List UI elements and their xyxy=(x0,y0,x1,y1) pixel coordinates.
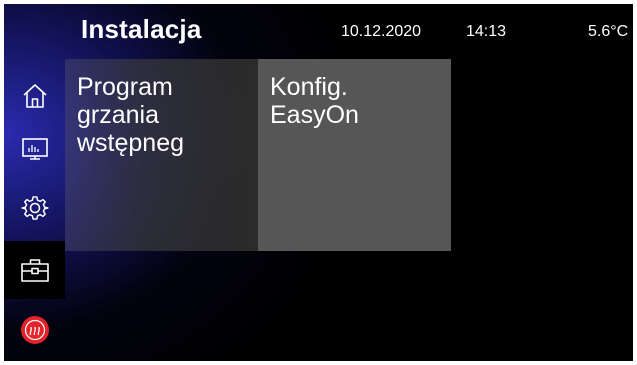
time-display: 14:13 xyxy=(466,23,507,40)
tile-preheat-program-label: Program grzania wstępneg xyxy=(77,73,185,157)
sidebar-item-monitor[interactable] xyxy=(4,122,65,177)
tile-easyon-config[interactable]: Konfig. EasyOn xyxy=(258,59,451,251)
toolbox-icon xyxy=(20,257,50,283)
sidebar-item-installation[interactable] xyxy=(4,241,65,299)
tile-preheat-program[interactable]: Program grzania wstępneg xyxy=(65,59,258,251)
outdoor-temperature: 5.6°C xyxy=(588,23,629,40)
sidebar-item-heating[interactable] xyxy=(4,302,65,357)
monitor-chart-icon xyxy=(21,137,49,163)
date-display: 10.12.2020 xyxy=(341,23,422,40)
sidebar-item-home[interactable] xyxy=(4,68,65,123)
tile-easyon-config-label: Konfig. EasyOn xyxy=(270,73,359,129)
sidebar-item-settings[interactable] xyxy=(4,180,65,235)
home-icon xyxy=(22,83,48,109)
heating-badge-icon xyxy=(20,315,50,345)
page-title: Instalacja xyxy=(81,14,202,44)
display-screen: Instalacja 10.12.2020 14:13 5.6°C Progra… xyxy=(4,4,633,361)
gear-icon xyxy=(20,194,49,222)
